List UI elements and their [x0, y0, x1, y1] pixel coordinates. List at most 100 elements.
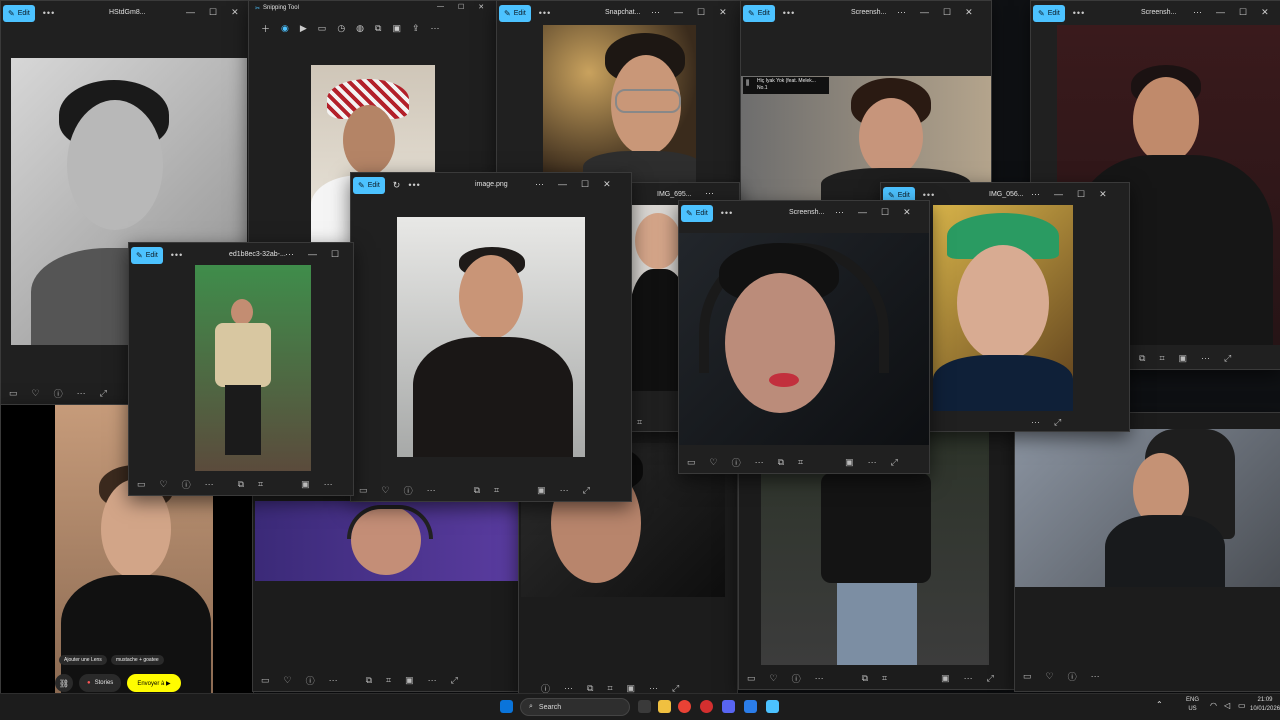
language-indicator[interactable]: ENG US [1186, 696, 1199, 714]
copy-icon[interactable]: ⧉ [587, 683, 593, 694]
zoom-icon[interactable]: ⤢ [100, 388, 107, 399]
edit-button[interactable]: ✎ Edit [131, 246, 163, 264]
title-bar[interactable]: ✂ Snipping Tool — ☐ ✕ [249, 1, 497, 15]
filmstrip-icon[interactable]: ▭ [1023, 671, 1032, 682]
more-icon[interactable]: ⋯ [815, 673, 824, 684]
more-icon[interactable]: ⋯ [560, 485, 569, 496]
info-icon[interactable]: ⓘ [54, 387, 63, 400]
filmstrip-icon[interactable]: ▭ [359, 485, 368, 496]
more-icon[interactable]: ⋯ [427, 485, 436, 496]
copy-icon[interactable]: ⧉ [375, 23, 381, 34]
info-icon[interactable]: ⓘ [182, 478, 191, 491]
stories-button[interactable]: ● Stories [79, 674, 122, 692]
more-icon[interactable]: ⋯ [1031, 417, 1040, 428]
info-icon[interactable]: ⓘ [404, 484, 413, 497]
link-icon[interactable]: ⛓ [55, 674, 73, 692]
more-icon[interactable]: ⋯ [285, 249, 294, 260]
filmstrip-icon[interactable]: ▭ [747, 673, 756, 684]
edit-button[interactable]: ✎ Edit [3, 4, 35, 22]
info-icon[interactable]: ⓘ [792, 672, 801, 685]
more-icon[interactable]: ⋯ [428, 675, 437, 686]
minimize-button[interactable]: — [920, 7, 929, 18]
title-bar[interactable]: ✎ Edit ••• HStdGm8... — ☐ ✕ [1, 1, 249, 25]
favorite-heart-icon[interactable]: ♡ [770, 673, 778, 684]
more-icon[interactable]: ⋯ [897, 7, 906, 18]
edit-button[interactable]: ✎ Edit [681, 204, 713, 222]
battery-icon[interactable]: ▭ [1238, 701, 1246, 710]
filmstrip-icon[interactable]: ▭ [687, 457, 696, 468]
more-options-icon[interactable]: ••• [43, 8, 55, 18]
copy-icon[interactable]: ⧉ [238, 479, 244, 490]
chrome-icon[interactable] [678, 700, 691, 713]
discord-icon[interactable] [722, 700, 735, 713]
expand-icon[interactable]: ⤢ [987, 673, 994, 684]
info-icon[interactable]: ⓘ [1068, 670, 1077, 683]
close-button[interactable]: ✕ [603, 179, 611, 190]
task-view-icon[interactable] [638, 700, 651, 713]
crop-icon[interactable]: ⌗ [1159, 353, 1164, 364]
copy-icon[interactable]: ⧉ [474, 485, 480, 496]
expand-icon[interactable]: ⤢ [891, 457, 898, 468]
more-icon[interactable]: ⋯ [324, 479, 333, 490]
more-icon[interactable]: ⋯ [964, 673, 973, 684]
title-bar[interactable]: ✎ Edit ••• ed1b8ec3-32ab-... ⋯ — ☐ [129, 243, 353, 267]
more-options-icon[interactable]: ••• [408, 180, 420, 190]
minimize-button[interactable]: — [437, 3, 444, 11]
clock[interactable]: 21:09 10/01/2026 [1250, 696, 1280, 714]
save-icon[interactable]: ▣ [941, 673, 950, 684]
maximize-button[interactable]: ☐ [458, 3, 464, 11]
close-button[interactable]: ✕ [1099, 189, 1107, 200]
close-button[interactable]: ✕ [903, 207, 911, 218]
search-box[interactable]: ⌕ Search [520, 698, 630, 716]
title-bar[interactable]: ✎ Edit ↻ ••• image.png ⋯ — ☐ ✕ [351, 173, 631, 197]
more-icon[interactable]: ⋯ [205, 479, 214, 490]
timer-icon[interactable]: ◷ [337, 23, 345, 34]
save-icon[interactable]: ▣ [1179, 353, 1188, 364]
snipping-tool-icon[interactable] [766, 700, 779, 713]
save-icon[interactable]: ▣ [537, 485, 546, 496]
minimize-button[interactable]: — [308, 249, 317, 260]
camera-icon[interactable]: ◉ [281, 23, 289, 34]
save-icon[interactable]: ▣ [627, 683, 636, 694]
volume-icon[interactable]: ◁ [1224, 701, 1230, 710]
more-icon[interactable]: ⋯ [431, 23, 440, 34]
minimize-button[interactable]: — [1054, 189, 1063, 200]
lens-name-chip[interactable]: mustache + goatee [111, 655, 164, 665]
title-bar[interactable]: ✎ Edit ••• Screensh... ⋯ — ☐ ✕ [679, 201, 929, 225]
add-lens-chip[interactable]: Ajouter une Lens [59, 655, 107, 665]
minimize-button[interactable]: — [858, 207, 867, 218]
crop-icon[interactable]: ⌗ [798, 457, 803, 468]
favorite-heart-icon[interactable]: ♡ [382, 485, 390, 496]
minimize-button[interactable]: — [1216, 7, 1225, 18]
minimize-button[interactable]: — [674, 7, 683, 18]
more-icon[interactable]: ⋯ [1201, 353, 1210, 364]
photo-window-3[interactable]: ✎ Edit ••• Snapchat... ⋯ — ☐ ✕ [496, 0, 742, 184]
photo-window-7[interactable]: ✎ Edit ••• ed1b8ec3-32ab-... ⋯ — ☐ ▭ ♡ ⓘ ⋯ ⧉ ⌗ ▣ ⋯ [128, 242, 354, 496]
more-options-icon[interactable]: ••• [783, 8, 795, 18]
maximize-button[interactable]: ☐ [1239, 7, 1247, 18]
filmstrip-icon[interactable]: ▭ [9, 388, 18, 399]
file-explorer-icon[interactable] [658, 700, 671, 713]
new-snip-icon[interactable]: ＋ [261, 22, 270, 35]
more-icon[interactable]: ⋯ [1193, 7, 1202, 18]
windows-start-icon[interactable] [500, 700, 513, 713]
crop-icon[interactable]: ⌗ [607, 683, 612, 694]
more-options-icon[interactable]: ••• [923, 190, 935, 200]
snip-shape-icon[interactable]: ▭ [318, 23, 327, 34]
more-icon[interactable]: ⋯ [705, 188, 714, 199]
more-options-icon[interactable]: ••• [1073, 8, 1085, 18]
send-to-button[interactable]: Envoyer à ▶ [127, 674, 181, 692]
crop-icon[interactable]: ⌗ [258, 479, 263, 490]
expand-icon[interactable]: ⤢ [451, 675, 458, 686]
rotate-icon[interactable]: ↻ [393, 180, 401, 191]
close-button[interactable]: ✕ [478, 3, 484, 11]
more-icon[interactable]: ⋯ [535, 179, 544, 190]
minimize-button[interactable]: — [558, 179, 567, 190]
edit-button[interactable]: ✎ Edit [353, 176, 385, 194]
info-icon[interactable]: ⓘ [732, 456, 741, 469]
info-icon[interactable]: ⓘ [306, 674, 315, 687]
photo-window-gaming[interactable]: ▭ ♡ ⓘ ⋯ ⤢ ▭ ♡ ⓘ ⋯ [1014, 412, 1280, 692]
title-bar[interactable]: ✎ Edit ••• Snapchat... ⋯ — ☐ ✕ [497, 1, 741, 25]
expand-icon[interactable]: ⤢ [1224, 353, 1231, 364]
maximize-button[interactable]: ☐ [1077, 189, 1085, 200]
